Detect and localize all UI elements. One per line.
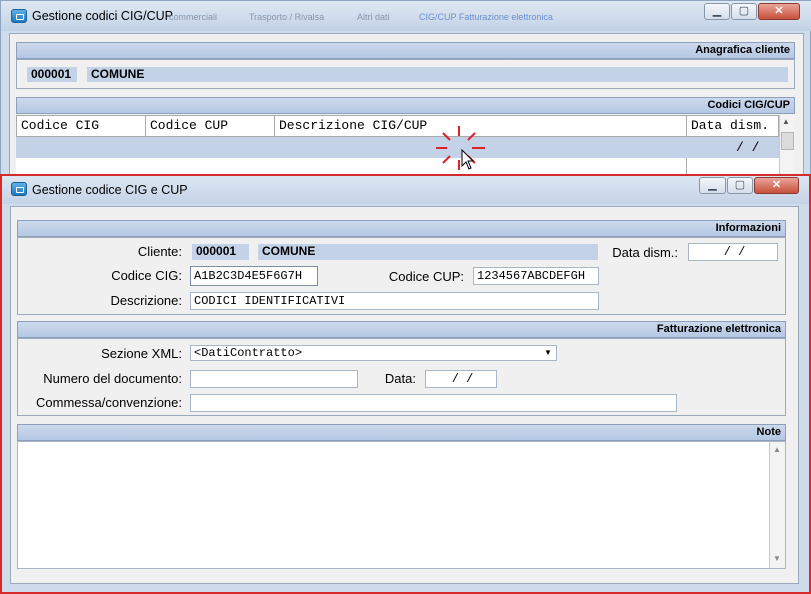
informazioni-header: Informazioni (17, 220, 786, 237)
numero-documento-label: Numero del documento: (43, 371, 182, 386)
mouse-pointer-icon (461, 149, 475, 170)
window-icon (11, 9, 27, 23)
column-codice-cig[interactable]: Codice CIG (16, 115, 146, 137)
column-codice-cup[interactable]: Codice CUP (145, 115, 275, 137)
note-scrollbar[interactable]: ▲ ▼ (769, 442, 785, 568)
maximize-icon[interactable]: ▢ (727, 177, 753, 194)
codice-cig-field[interactable]: A1B2C3D4E5F6G7H (190, 266, 318, 286)
data-dism-label: Data dism.: (612, 245, 678, 260)
ghost-tab-2: Trasporto / Rivalsa (249, 12, 325, 22)
fatturazione-header: Fatturazione elettronica (17, 321, 786, 338)
sezione-xml-label: Sezione XML: (101, 346, 182, 361)
codice-cig-label: Codice CIG: (111, 268, 182, 283)
column-data-dism[interactable]: Data dism. (686, 115, 779, 137)
background-window-title: Gestione codici CIG/CUP (32, 9, 174, 23)
grid-scrollbar[interactable]: ▲ (779, 115, 795, 177)
anagrafica-client-code: 000001 (27, 67, 77, 82)
cliente-code: 000001 (192, 244, 249, 260)
ghost-tab-4: CIG/CUP Fatturazione elettronica (419, 12, 553, 22)
scroll-up-icon[interactable]: ▲ (773, 445, 781, 454)
codice-cup-field[interactable]: 1234567ABCDEFGH (473, 267, 599, 285)
sezione-xml-value: <DatiContratto> (194, 346, 303, 360)
descrizione-field[interactable]: CODICI IDENTIFICATIVI (190, 292, 599, 310)
commessa-label: Commessa/convenzione: (36, 395, 182, 410)
minimize-icon[interactable]: ▁ (704, 3, 730, 20)
dialog-title: Gestione codice CIG e CUP (32, 183, 188, 197)
codice-cup-label: Codice CUP: (388, 269, 464, 284)
maximize-icon[interactable]: ▢ (731, 3, 757, 20)
data-dism-field[interactable]: / / (688, 243, 778, 261)
descrizione-label: Descrizione: (110, 293, 182, 308)
scroll-thumb[interactable] (781, 132, 794, 150)
close-icon[interactable]: ✕ (758, 3, 800, 20)
commessa-field[interactable] (190, 394, 677, 412)
numero-documento-field[interactable] (190, 370, 358, 388)
dropdown-arrow-icon[interactable]: ▼ (541, 346, 555, 360)
cig-cup-dialog: Gestione codice CIG e CUP ▁ ▢ ✕ Informaz… (0, 174, 811, 594)
cliente-name: COMUNE (258, 244, 598, 260)
close-icon[interactable]: ✕ (754, 177, 799, 194)
ghost-tab-3: Altri dati (357, 12, 390, 22)
scroll-down-icon[interactable]: ▼ (773, 554, 781, 563)
data-field[interactable]: / / (425, 370, 497, 388)
note-textarea[interactable]: ▲ ▼ (17, 441, 786, 569)
data-label: Data: (384, 371, 416, 386)
minimize-icon[interactable]: ▁ (699, 177, 726, 194)
anagrafica-header: Anagrafica cliente (16, 42, 795, 59)
note-header: Note (17, 424, 786, 441)
sezione-xml-select[interactable]: <DatiContratto> ▼ (190, 345, 557, 361)
cliente-label: Cliente: (137, 244, 182, 259)
scroll-up-icon[interactable]: ▲ (782, 117, 790, 126)
table-row-selected[interactable] (16, 137, 779, 158)
codici-header: Codici CIG/CUP (16, 97, 795, 114)
ghost-tab-1: commerciali (169, 12, 218, 22)
window-icon (11, 182, 27, 196)
anagrafica-client-name: COMUNE (87, 67, 788, 82)
table-row-date: / / (736, 140, 760, 155)
